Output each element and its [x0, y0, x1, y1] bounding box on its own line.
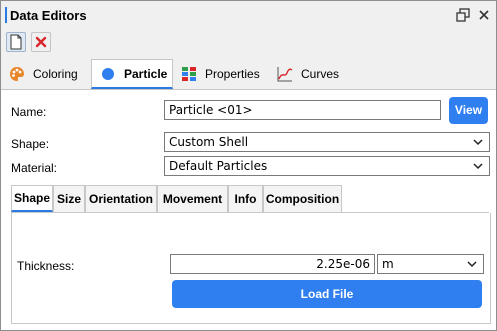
tab-properties-label: Properties: [205, 67, 260, 81]
tab-coloring-label: Coloring: [33, 67, 78, 81]
material-select-value: Default Particles: [169, 159, 268, 173]
load-file-button[interactable]: Load File: [172, 280, 482, 308]
curve-chart-icon: [277, 66, 293, 82]
subtab-shape[interactable]: Shape: [11, 185, 53, 212]
thickness-unit-select[interactable]: m: [377, 254, 484, 274]
thickness-label: Thickness:: [17, 259, 75, 273]
panel-title: Data Editors: [10, 8, 87, 23]
shape-select-value: Custom Shell: [169, 135, 249, 149]
thickness-input-value: 2.25e-06: [316, 257, 370, 271]
new-document-icon: [10, 34, 22, 50]
subtab-composition[interactable]: Composition: [263, 185, 342, 212]
chevron-down-icon: [466, 258, 478, 270]
material-label: Material:: [11, 161, 58, 175]
view-button[interactable]: View: [449, 97, 488, 124]
name-label: Name:: [11, 105, 47, 119]
close-icon[interactable]: [477, 8, 491, 22]
subtab-orientation[interactable]: Orientation: [85, 185, 157, 212]
name-input[interactable]: Particle <01>: [164, 100, 441, 120]
tab-coloring[interactable]: Coloring: [1, 59, 91, 89]
float-window-icon[interactable]: [456, 8, 470, 22]
sub-tab-bar: Shape Size Orientation Movement Info Com…: [11, 185, 489, 213]
palette-icon: [9, 66, 25, 82]
thickness-input[interactable]: 2.25e-06: [170, 254, 375, 274]
main-tab-bar: Coloring Particle Properties Curves: [1, 59, 496, 90]
data-editors-panel: Data Editors Coloring Particle Propertie…: [0, 0, 497, 331]
subtab-movement[interactable]: Movement: [157, 185, 228, 212]
properties-grid-icon: [181, 66, 197, 82]
material-select[interactable]: Default Particles: [164, 156, 490, 176]
delete-x-icon: [35, 36, 47, 48]
particle-dot-icon: [100, 66, 116, 82]
tab-properties[interactable]: Properties: [173, 59, 269, 89]
tab-particle-label: Particle: [124, 66, 168, 81]
chevron-down-icon: [472, 160, 484, 172]
new-document-button[interactable]: [6, 32, 26, 52]
subtab-info[interactable]: Info: [228, 185, 263, 212]
title-accent-bar: [5, 7, 7, 23]
shape-select[interactable]: Custom Shell: [164, 132, 490, 152]
tab-curves-label: Curves: [301, 67, 340, 81]
delete-button[interactable]: [31, 32, 51, 52]
thickness-unit-value: m: [382, 257, 394, 271]
chevron-down-icon: [472, 136, 484, 148]
name-input-value: Particle <01>: [169, 103, 253, 117]
tab-particle[interactable]: Particle: [91, 59, 173, 89]
title-bar: Data Editors: [1, 1, 496, 29]
tab-curves[interactable]: Curves: [269, 59, 347, 89]
shape-label: Shape:: [11, 137, 50, 151]
subtab-size[interactable]: Size: [53, 185, 85, 212]
